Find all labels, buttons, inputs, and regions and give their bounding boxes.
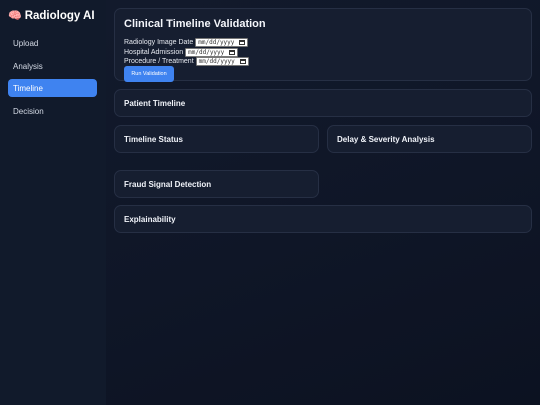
calendar-icon[interactable] — [239, 40, 246, 45]
fraud-signal-title: Fraud Signal Detection — [124, 180, 212, 189]
sidebar-item-upload[interactable]: Upload — [8, 34, 97, 52]
calendar-icon[interactable] — [239, 59, 246, 64]
sidebar: 🧠 Radiology AI Upload Analysis Timeline … — [0, 0, 106, 405]
run-validation-button[interactable]: Run Validation — [124, 66, 174, 82]
main-content: Clinical Timeline Validation Radiology I… — [106, 0, 540, 405]
procedure-date-label: Procedure / Treatment — [124, 58, 194, 65]
sidebar-item-timeline[interactable]: Timeline — [8, 79, 97, 97]
procedure-date-input[interactable]: mm/dd/yyyy — [195, 57, 249, 66]
brand: 🧠 Radiology AI — [8, 8, 95, 24]
timeline-validation-card: Clinical Timeline Validation Radiology I… — [114, 8, 532, 82]
date-placeholder: mm/dd/yyyy — [198, 39, 235, 46]
explainability-title: Explainability — [124, 215, 176, 224]
sidebar-item-label: Analysis — [13, 61, 43, 71]
page-title: Clinical Timeline Validation — [124, 18, 266, 30]
hospital-admission-row: Hospital Admission mm/dd/yyyy — [124, 48, 239, 57]
timeline-status-card: Timeline Status — [114, 125, 319, 153]
fraud-signal-card: Fraud Signal Detection — [114, 170, 319, 198]
delay-severity-title: Delay & Severity Analysis — [337, 135, 435, 144]
hospital-admission-input[interactable]: mm/dd/yyyy — [185, 48, 239, 57]
radiology-date-row: Radiology Image Date mm/dd/yyyy — [124, 38, 249, 47]
sidebar-item-label: Decision — [13, 106, 44, 116]
brain-icon: 🧠 — [8, 9, 22, 22]
hospital-admission-label: Hospital Admission — [124, 49, 184, 56]
timeline-status-title: Timeline Status — [124, 135, 183, 144]
sidebar-item-analysis[interactable]: Analysis — [8, 57, 97, 75]
brand-name: Radiology AI — [24, 10, 95, 22]
delay-severity-card: Delay & Severity Analysis — [327, 125, 532, 153]
date-placeholder: mm/dd/yyyy — [198, 58, 235, 65]
patient-timeline-card: Patient Timeline — [114, 89, 532, 117]
date-placeholder: mm/dd/yyyy — [188, 49, 225, 56]
calendar-icon[interactable] — [229, 50, 236, 55]
sidebar-item-label: Timeline — [13, 83, 43, 93]
procedure-date-row: Procedure / Treatment mm/dd/yyyy — [124, 57, 249, 66]
explainability-card: Explainability — [114, 205, 532, 233]
patient-timeline-title: Patient Timeline — [124, 99, 186, 108]
radiology-date-input[interactable]: mm/dd/yyyy — [195, 38, 249, 47]
sidebar-item-label: Upload — [13, 38, 39, 48]
sidebar-item-decision[interactable]: Decision — [8, 102, 97, 120]
radiology-date-label: Radiology Image Date — [124, 39, 194, 46]
